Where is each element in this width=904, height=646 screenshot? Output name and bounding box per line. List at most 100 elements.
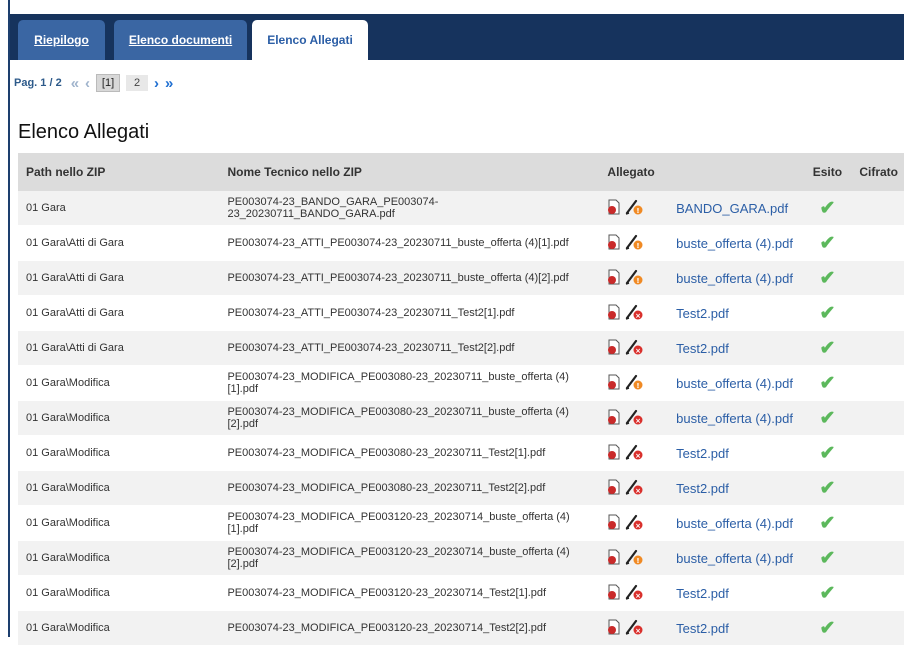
signature-red-icon[interactable]: × [624,479,644,498]
nome-tecnico-cell: PE003074-23_MODIFICA_PE003080-23_2023071… [219,470,600,506]
path-cell: 01 Gara\Modifica [18,505,220,541]
page-2-link[interactable]: 2 [126,75,149,91]
pdf-file-icon[interactable] [607,199,621,218]
path-cell: 01 Gara\Modifica [18,575,220,611]
allegato-link[interactable]: Test2.pdf [676,306,729,321]
allegato-icons: × [599,400,669,436]
cifrato-cell [851,540,904,576]
first-page-icon[interactable]: « [71,75,79,92]
allegato-link[interactable]: Test2.pdf [676,481,729,496]
pdf-file-icon[interactable] [607,409,621,428]
check-icon: ✔ [819,302,836,324]
table-row: 01 Gara\Atti di Gara PE003074-23_ATTI_PE0… [18,330,904,366]
path-cell: 01 Gara\Modifica [18,365,220,401]
signature-red-icon[interactable]: × [624,584,644,603]
path-cell: 01 Gara\Modifica [18,610,220,646]
tab-elenco-documenti[interactable]: Elenco documenti [114,20,247,60]
allegato-link[interactable]: buste_offerta (4).pdf [676,236,793,251]
path-cell: 01 Gara\Atti di Gara [18,295,220,331]
nome-tecnico-cell: PE003074-23_BANDO_GARA_PE003074-23_20230… [219,191,600,226]
tab-riepilogo[interactable]: Riepilogo [18,20,105,60]
page-frame: Riepilogo Elenco documenti Elenco Allega… [8,0,904,646]
signature-red-icon[interactable]: × [624,409,644,428]
cifrato-cell [851,260,904,296]
allegato-link[interactable]: buste_offerta (4).pdf [676,411,793,426]
nome-tecnico-cell: PE003074-23_MODIFICA_PE003120-23_2023071… [219,575,600,611]
signature-orange-icon[interactable]: ! [624,199,644,218]
allegato-link-cell: buste_offerta (4).pdf [668,505,804,541]
check-icon: ✔ [819,547,836,569]
path-cell: 01 Gara\Atti di Gara [18,225,220,261]
allegato-link[interactable]: buste_offerta (4).pdf [676,516,793,531]
prev-page-icon[interactable]: ‹ [85,75,90,92]
check-icon: ✔ [819,617,836,639]
svg-text:×: × [636,452,642,460]
check-icon: ✔ [819,512,836,534]
esito-cell: ✔ [803,540,852,576]
allegato-link[interactable]: Test2.pdf [676,341,729,356]
allegato-link-cell: buste_offerta (4).pdf [668,400,804,436]
signature-orange-icon[interactable]: ! [624,549,644,568]
signature-orange-icon[interactable]: ! [624,234,644,253]
cifrato-cell [851,225,904,261]
allegato-link-cell: buste_offerta (4).pdf [668,540,804,576]
pdf-file-icon[interactable] [607,304,621,323]
last-page-icon[interactable]: » [165,75,173,92]
allegato-link[interactable]: buste_offerta (4).pdf [676,551,793,566]
signature-red-icon[interactable]: × [624,514,644,533]
path-cell: 01 Gara\Modifica [18,470,220,506]
allegato-icons: × [599,470,669,506]
signature-red-icon[interactable]: × [624,339,644,358]
signature-red-icon[interactable]: × [624,444,644,463]
svg-text:×: × [636,347,642,355]
svg-text:!: ! [637,277,640,285]
signature-red-icon[interactable]: × [624,619,644,638]
tab-elenco-allegati[interactable]: Elenco Allegati [252,20,368,60]
signature-orange-icon[interactable]: ! [624,269,644,288]
allegato-link[interactable]: BANDO_GARA.pdf [676,201,788,216]
allegato-icons: × [599,295,669,331]
table-row: 01 Gara\Modifica PE003074-23_MODIFICA_PE0… [18,540,904,576]
pdf-file-icon[interactable] [607,444,621,463]
allegato-link[interactable]: Test2.pdf [676,621,729,636]
allegato-link[interactable]: Test2.pdf [676,586,729,601]
pdf-file-icon[interactable] [607,234,621,253]
pdf-file-icon[interactable] [607,549,621,568]
pdf-file-icon[interactable] [607,339,621,358]
table-row: 01 Gara\Modifica PE003074-23_MODIFICA_PE0… [18,610,904,646]
next-page-icon[interactable]: › [154,75,159,92]
esito-cell: ✔ [803,400,852,436]
pdf-file-icon[interactable] [607,479,621,498]
nome-tecnico-cell: PE003074-23_ATTI_PE003074-23_20230711_Te… [219,295,600,331]
allegato-link[interactable]: buste_offerta (4).pdf [676,271,793,286]
pdf-file-icon[interactable] [607,269,621,288]
table-row: 01 Gara\Modifica PE003074-23_MODIFICA_PE0… [18,575,904,611]
pdf-file-icon[interactable] [607,514,621,533]
pdf-file-icon[interactable] [607,584,621,603]
path-cell: 01 Gara [18,191,220,226]
table-row: 01 Gara\Modifica PE003074-23_MODIFICA_PE0… [18,470,904,506]
col-cifrato: Cifrato [851,153,904,191]
allegato-link-cell: buste_offerta (4).pdf [668,225,804,261]
check-icon: ✔ [819,407,836,429]
table-row: 01 Gara\Modifica PE003074-23_MODIFICA_PE0… [18,435,904,471]
svg-text:!: ! [637,207,640,215]
table-row: 01 Gara\Atti di Gara PE003074-23_ATTI_PE0… [18,260,904,296]
esito-cell: ✔ [803,295,852,331]
allegato-link[interactable]: Test2.pdf [676,446,729,461]
check-icon: ✔ [819,582,836,604]
check-icon: ✔ [819,337,836,359]
pdf-file-icon[interactable] [607,374,621,393]
esito-cell: ✔ [803,365,852,401]
svg-text:×: × [636,627,642,635]
esito-cell: ✔ [803,470,852,506]
signature-orange-icon[interactable]: ! [624,374,644,393]
cifrato-cell [851,610,904,646]
pdf-file-icon[interactable] [607,619,621,638]
cifrato-cell [851,365,904,401]
check-icon: ✔ [819,372,836,394]
allegati-table: Path nello ZIP Nome Tecnico nello ZIP Al… [18,153,904,646]
allegato-link[interactable]: buste_offerta (4).pdf [676,376,793,391]
table-header: Path nello ZIP Nome Tecnico nello ZIP Al… [18,153,904,191]
signature-red-icon[interactable]: × [624,304,644,323]
